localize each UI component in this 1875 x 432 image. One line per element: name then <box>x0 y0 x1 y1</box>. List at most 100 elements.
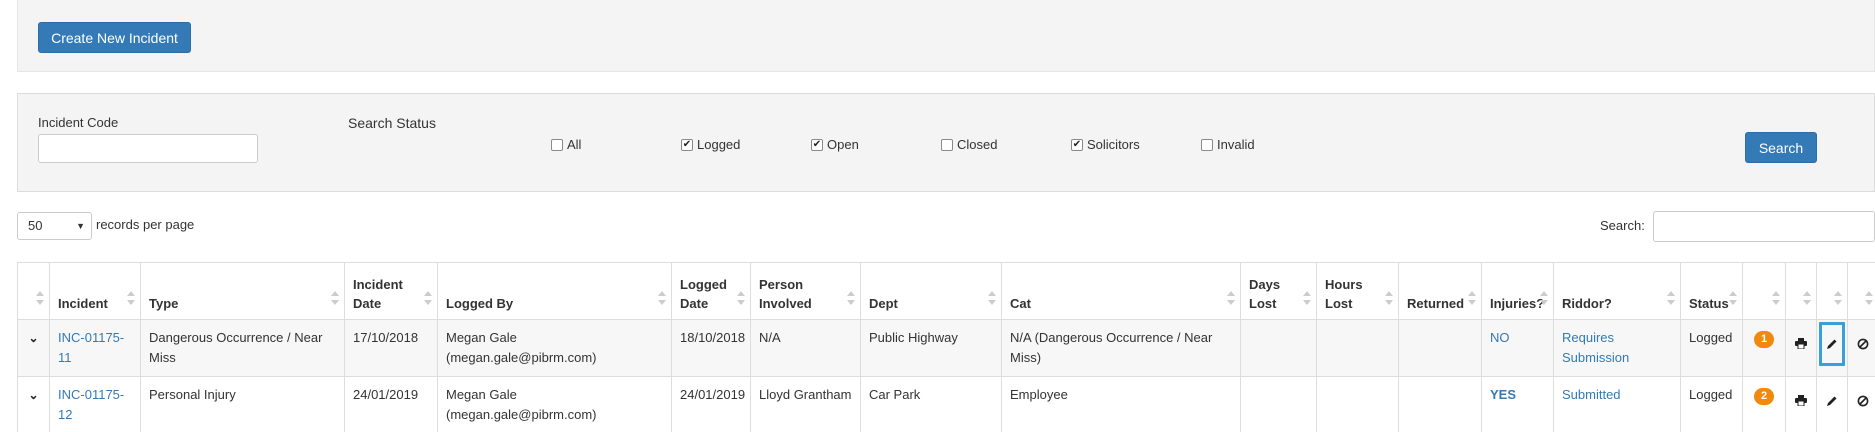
col-expand[interactable] <box>17 262 50 320</box>
sort-icon[interactable] <box>331 291 339 305</box>
incident-date-cell: 24/01/2019 <box>344 376 438 432</box>
incident-link[interactable]: INC-01175-11 <box>58 330 124 365</box>
sort-icon[interactable] <box>1772 291 1780 305</box>
checkbox-icon[interactable] <box>551 138 563 151</box>
sort-icon[interactable] <box>1803 291 1811 305</box>
status-invalid-checkbox[interactable]: Invalid <box>1201 137 1255 152</box>
col-cat[interactable]: Cat <box>1001 262 1241 320</box>
ban-icon[interactable] <box>1857 338 1869 350</box>
type-cell: Personal Injury <box>140 376 345 432</box>
returned-cell <box>1398 376 1482 432</box>
expand-cell[interactable]: ⌄ <box>17 319 50 377</box>
incident-code-label: Incident Code <box>38 115 119 130</box>
status-logged-checkbox[interactable]: ✔ Logged <box>681 137 740 152</box>
riddor-link[interactable]: Requires Submission <box>1562 330 1629 365</box>
edit-cell[interactable] <box>1816 319 1848 377</box>
dept-cell: Car Park <box>860 376 1002 432</box>
actions-panel: Create New Incident <box>17 0 1875 72</box>
checkbox-checked-icon[interactable]: ✔ <box>811 138 823 151</box>
col-count[interactable] <box>1742 262 1786 320</box>
sort-icon[interactable] <box>1385 291 1393 305</box>
sort-icon[interactable] <box>847 291 855 305</box>
sort-icon[interactable] <box>1468 291 1476 305</box>
riddor-cell: Submitted <box>1553 376 1681 432</box>
edit-focus-highlight <box>1819 322 1845 366</box>
sort-icon[interactable] <box>1667 291 1675 305</box>
hours-lost-cell <box>1316 376 1399 432</box>
logged-date-cell: 18/10/2018 <box>671 319 751 377</box>
sort-icon[interactable] <box>424 291 432 305</box>
col-print[interactable] <box>1785 262 1817 320</box>
sort-icon[interactable] <box>737 291 745 305</box>
status-closed-checkbox[interactable]: Closed <box>941 137 997 152</box>
col-returned[interactable]: Returned <box>1398 262 1482 320</box>
sort-icon[interactable] <box>1865 291 1873 305</box>
injuries-cell: NO <box>1481 319 1554 377</box>
col-logged-date[interactable]: Logged Date <box>671 262 751 320</box>
col-person-involved[interactable]: Person Involved <box>750 262 861 320</box>
col-edit[interactable] <box>1816 262 1848 320</box>
search-button[interactable]: Search <box>1745 132 1817 163</box>
print-icon[interactable] <box>1795 395 1807 406</box>
status-solicitors-checkbox[interactable]: ✔ Solicitors <box>1071 137 1140 152</box>
sort-icon[interactable] <box>988 291 996 305</box>
col-type[interactable]: Type <box>140 262 345 320</box>
col-invalidate[interactable] <box>1847 262 1875 320</box>
col-hours-lost[interactable]: Hours Lost <box>1316 262 1399 320</box>
person-involved-cell: N/A <box>750 319 861 377</box>
col-dept[interactable]: Dept <box>860 262 1002 320</box>
col-days-lost[interactable]: Days Lost <box>1240 262 1317 320</box>
create-incident-button[interactable]: Create New Incident <box>38 22 191 53</box>
status-cell: Logged <box>1680 376 1743 432</box>
injuries-cell: YES <box>1481 376 1554 432</box>
sort-icon[interactable] <box>1227 291 1235 305</box>
injuries-link[interactable]: YES <box>1490 387 1516 402</box>
invalidate-cell[interactable] <box>1847 319 1875 377</box>
incident-cell: INC-01175-11 <box>49 319 141 377</box>
sort-icon[interactable] <box>658 291 666 305</box>
sort-icon[interactable] <box>1834 291 1842 305</box>
status-open-checkbox[interactable]: ✔ Open <box>811 137 859 152</box>
status-all-checkbox[interactable]: All <box>551 137 581 152</box>
sort-icon[interactable] <box>1540 291 1548 305</box>
table-row: ⌄ INC-01175-12 Personal Injury 24/01/201… <box>17 376 1875 432</box>
col-incident[interactable]: Incident <box>49 262 141 320</box>
incident-link[interactable]: INC-01175-12 <box>58 387 124 422</box>
checkbox-icon[interactable] <box>941 138 953 151</box>
checkbox-checked-icon[interactable]: ✔ <box>681 138 693 151</box>
incident-code-input[interactable] <box>38 134 258 163</box>
chevron-down-icon[interactable]: ⌄ <box>28 331 38 345</box>
sort-icon[interactable] <box>127 291 135 305</box>
col-status[interactable]: Status <box>1680 262 1743 320</box>
col-incident-date[interactable]: Incident Date <box>344 262 438 320</box>
print-cell[interactable] <box>1785 376 1817 432</box>
col-injuries[interactable]: Injuries? <box>1481 262 1554 320</box>
riddor-cell: Requires Submission <box>1553 319 1681 377</box>
riddor-link[interactable]: Submitted <box>1562 387 1621 402</box>
checkbox-icon[interactable] <box>1201 138 1213 151</box>
checkbox-checked-icon[interactable]: ✔ <box>1071 138 1083 151</box>
print-cell[interactable] <box>1785 319 1817 377</box>
injuries-link[interactable]: NO <box>1490 330 1510 345</box>
chevron-down-icon[interactable]: ⌄ <box>28 388 38 402</box>
expand-cell[interactable]: ⌄ <box>17 376 50 432</box>
sort-icon[interactable] <box>1729 291 1737 305</box>
logged-date-cell: 24/01/2019 <box>671 376 751 432</box>
ban-icon[interactable] <box>1857 395 1869 407</box>
print-icon[interactable] <box>1795 338 1807 349</box>
count-badge[interactable]: 1 <box>1753 331 1775 348</box>
invalidate-cell[interactable] <box>1847 376 1875 432</box>
person-involved-cell: Lloyd Grantham <box>750 376 861 432</box>
col-logged-by[interactable]: Logged By <box>437 262 672 320</box>
sort-icon[interactable] <box>36 291 44 305</box>
page-length-select[interactable]: 50 ▼ <box>17 212 92 240</box>
sort-icon[interactable] <box>1303 291 1311 305</box>
pencil-icon[interactable] <box>1826 395 1838 407</box>
col-riddor[interactable]: Riddor? <box>1553 262 1681 320</box>
dept-cell: Public Highway <box>860 319 1002 377</box>
table-search-input[interactable] <box>1653 211 1875 242</box>
edit-cell[interactable] <box>1816 376 1848 432</box>
cat-cell: N/A (Dangerous Occurrence / Near Miss) <box>1001 319 1241 377</box>
search-panel: Incident Code Search Status All ✔ Logged… <box>17 93 1875 192</box>
count-badge[interactable]: 2 <box>1753 388 1775 405</box>
